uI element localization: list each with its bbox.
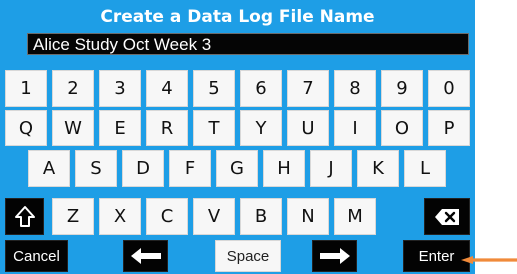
key-7[interactable]: 7 <box>287 70 329 107</box>
backspace-key[interactable] <box>424 198 470 235</box>
cancel-button[interactable]: Cancel <box>5 240 68 272</box>
key-w[interactable]: W <box>52 110 94 146</box>
key-n[interactable]: N <box>287 198 329 235</box>
key-h[interactable]: H <box>263 150 305 187</box>
key-y[interactable]: Y <box>240 110 282 146</box>
key-k[interactable]: K <box>357 150 399 187</box>
key-1[interactable]: 1 <box>5 70 47 107</box>
right-arrow-icon <box>318 247 352 265</box>
key-0[interactable]: 0 <box>428 70 470 107</box>
shift-up-arrow-icon <box>14 205 36 229</box>
key-m[interactable]: M <box>334 198 376 235</box>
backspace-x-icon <box>433 207 461 227</box>
key-a[interactable]: A <box>28 150 70 187</box>
key-i[interactable]: I <box>334 110 376 146</box>
key-5[interactable]: 5 <box>193 70 235 107</box>
key-u[interactable]: U <box>287 110 329 146</box>
enter-button[interactable]: Enter <box>403 240 470 272</box>
shift-key[interactable] <box>5 198 44 235</box>
key-3[interactable]: 3 <box>99 70 141 107</box>
pointer-arrow-icon <box>461 256 517 264</box>
cursor-right-button[interactable] <box>312 240 357 272</box>
key-8[interactable]: 8 <box>334 70 376 107</box>
key-j[interactable]: J <box>310 150 352 187</box>
key-s[interactable]: S <box>75 150 117 187</box>
left-arrow-icon <box>129 247 163 265</box>
key-x[interactable]: X <box>99 198 141 235</box>
key-c[interactable]: C <box>146 198 188 235</box>
key-2[interactable]: 2 <box>52 70 94 107</box>
key-b[interactable]: B <box>240 198 282 235</box>
key-r[interactable]: R <box>146 110 188 146</box>
key-g[interactable]: G <box>216 150 258 187</box>
key-v[interactable]: V <box>193 198 235 235</box>
key-6[interactable]: 6 <box>240 70 282 107</box>
key-9[interactable]: 9 <box>381 70 423 107</box>
key-t[interactable]: T <box>193 110 235 146</box>
key-q[interactable]: Q <box>5 110 47 146</box>
key-e[interactable]: E <box>99 110 141 146</box>
key-o[interactable]: O <box>381 110 423 146</box>
key-4[interactable]: 4 <box>146 70 188 107</box>
key-p[interactable]: P <box>428 110 470 146</box>
key-d[interactable]: D <box>122 150 164 187</box>
file-name-input[interactable]: Alice Study Oct Week 3 <box>27 33 469 55</box>
key-f[interactable]: F <box>169 150 211 187</box>
cursor-left-button[interactable] <box>123 240 168 272</box>
page-title: Create a Data Log File Name <box>100 7 375 27</box>
space-button[interactable]: Space <box>215 240 281 272</box>
key-l[interactable]: L <box>404 150 446 187</box>
key-z[interactable]: Z <box>52 198 94 235</box>
keyboard-screen: Create a Data Log File Name Alice Study … <box>0 0 475 274</box>
